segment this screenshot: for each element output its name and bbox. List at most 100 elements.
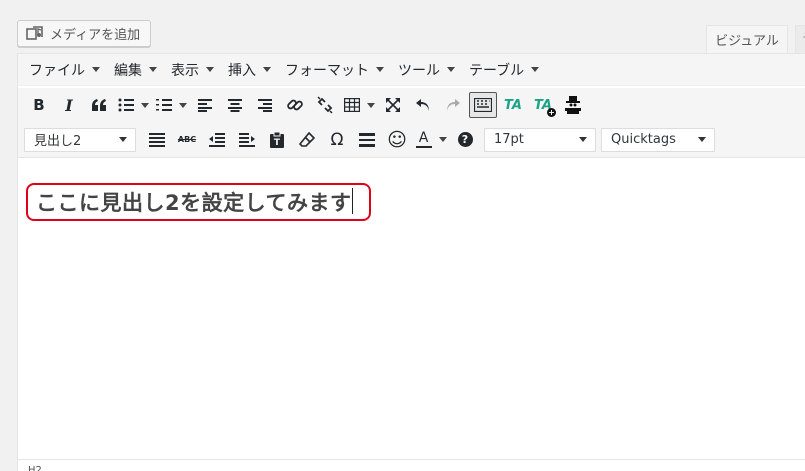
svg-text:T: T: [274, 138, 281, 148]
bullet-list-icon: [118, 98, 134, 112]
align-center-icon: [228, 99, 242, 112]
caret-down-icon: [92, 67, 100, 72]
undo-button[interactable]: [408, 91, 438, 119]
horizontal-line-icon: [359, 132, 375, 147]
caret-down-icon: [531, 67, 540, 72]
menu-edit-label: 編集: [114, 62, 142, 79]
menu-tools-label: ツール: [398, 62, 440, 79]
keyboard-icon: [474, 98, 492, 112]
caret-down-icon: [579, 137, 587, 142]
horizontal-line-button[interactable]: [352, 126, 382, 154]
numbered-list-icon: [155, 99, 172, 111]
tab-text[interactable]: テ: [795, 25, 805, 53]
text-color-button[interactable]: A: [412, 126, 450, 154]
align-justify-icon: [149, 132, 165, 147]
toolbar-toggle-button[interactable]: [469, 92, 497, 118]
bullet-list-button[interactable]: [114, 91, 152, 119]
strikethrough-button[interactable]: ABC: [172, 126, 202, 154]
media-icon: [26, 25, 44, 42]
remove-link-button[interactable]: [310, 91, 340, 119]
text-color-label: A: [418, 130, 429, 146]
toolbar-row-2: 見出し2 ABC T Ω ☺ A ? 17pt Quicktags: [18, 122, 805, 158]
menu-format-label: フォーマット: [285, 62, 369, 79]
text-color-icon: A: [415, 130, 432, 148]
editor-frame: ファイル 編集 表示 挿入 フォーマット ツール テーブル B I TA TA …: [17, 53, 805, 471]
indent-button[interactable]: [232, 126, 262, 154]
caret-down-icon: [119, 137, 127, 142]
menu-insert-label: 挿入: [228, 62, 256, 79]
menu-edit[interactable]: 編集: [107, 60, 164, 80]
add-media-button[interactable]: メディアを追加: [17, 20, 152, 47]
font-size-select[interactable]: 17pt: [484, 127, 596, 152]
annotation-highlight-box: [26, 183, 371, 221]
justify-button[interactable]: [142, 126, 172, 154]
undo-icon: [416, 99, 429, 111]
special-character-button[interactable]: Ω: [322, 126, 352, 154]
wp-editor-screen: メディアを追加 ビジュアル テ ファイル 編集 表示 挿入 フォーマット ツール…: [0, 0, 805, 471]
caret-down-icon: [698, 137, 706, 142]
element-path[interactable]: H2: [28, 465, 42, 471]
fullscreen-button[interactable]: [378, 91, 408, 119]
table-button[interactable]: [340, 91, 378, 119]
tab-visual[interactable]: ビジュアル: [706, 25, 788, 53]
align-right-button[interactable]: [250, 91, 280, 119]
numbered-list-button[interactable]: [152, 91, 190, 119]
italic-button[interactable]: I: [54, 91, 84, 119]
caret-down-icon: [206, 67, 214, 72]
clear-formatting-button[interactable]: [292, 126, 322, 154]
quicktags-select[interactable]: Quicktags: [601, 127, 715, 152]
caret-down-icon: [438, 137, 447, 142]
bold-button[interactable]: B: [24, 91, 54, 119]
block-format-select[interactable]: 見出し2: [24, 127, 136, 152]
stamp-button[interactable]: [558, 91, 588, 119]
caret-down-icon: [140, 102, 149, 108]
help-button[interactable]: ?: [450, 126, 480, 154]
redo-button[interactable]: [438, 91, 468, 119]
redo-icon: [447, 99, 460, 111]
tinymce-advanced-button[interactable]: TA: [498, 91, 528, 119]
menubar: ファイル 編集 表示 挿入 フォーマット ツール テーブル: [18, 54, 805, 86]
menu-view-label: 表示: [171, 62, 199, 79]
insert-link-button[interactable]: [280, 91, 310, 119]
menu-table[interactable]: テーブル: [462, 60, 546, 80]
indent-icon: [239, 132, 255, 147]
fullscreen-icon: [386, 98, 400, 112]
editor-content-area[interactable]: ここに見出し2を設定してみます: [18, 159, 805, 459]
menu-format[interactable]: フォーマット: [278, 60, 391, 80]
outdent-button[interactable]: [202, 126, 232, 154]
status-bar: H2: [18, 459, 805, 471]
quicktags-value: Quicktags: [611, 132, 676, 147]
caret-down-icon: [366, 102, 375, 108]
plus-icon: +: [547, 108, 556, 117]
outdent-icon: [209, 132, 225, 147]
align-left-icon: [198, 99, 212, 112]
menu-tools[interactable]: ツール: [391, 60, 462, 80]
text-color-swatch: [415, 146, 432, 148]
blockquote-button[interactable]: [84, 91, 114, 119]
tinymce-advanced-add-button[interactable]: TA +: [528, 91, 558, 119]
emoticons-button[interactable]: ☺: [382, 126, 412, 154]
help-icon: ?: [457, 132, 473, 147]
caret-down-icon: [447, 67, 455, 72]
align-left-button[interactable]: [190, 91, 220, 119]
toolbar-row-1: B I TA TA +: [18, 88, 805, 122]
unlink-icon: [317, 96, 333, 114]
align-center-button[interactable]: [220, 91, 250, 119]
menu-view[interactable]: 表示: [164, 60, 221, 80]
menu-file[interactable]: ファイル: [22, 60, 107, 80]
caret-down-icon: [178, 102, 187, 108]
eraser-icon: [299, 131, 315, 147]
add-media-label: メディアを追加: [50, 28, 141, 43]
strikethrough-icon: ABC: [177, 135, 197, 144]
clipboard-icon: T: [270, 131, 284, 148]
link-icon: [287, 99, 303, 111]
paste-text-button[interactable]: T: [262, 126, 292, 154]
menu-table-label: テーブル: [469, 62, 525, 79]
stamp-icon: [565, 96, 581, 114]
menu-insert[interactable]: 挿入: [221, 60, 278, 80]
align-right-icon: [258, 99, 272, 112]
font-size-value: 17pt: [494, 132, 524, 147]
table-icon: [343, 98, 360, 112]
quote-icon: [92, 99, 106, 111]
block-format-value: 見出し2: [34, 134, 82, 149]
